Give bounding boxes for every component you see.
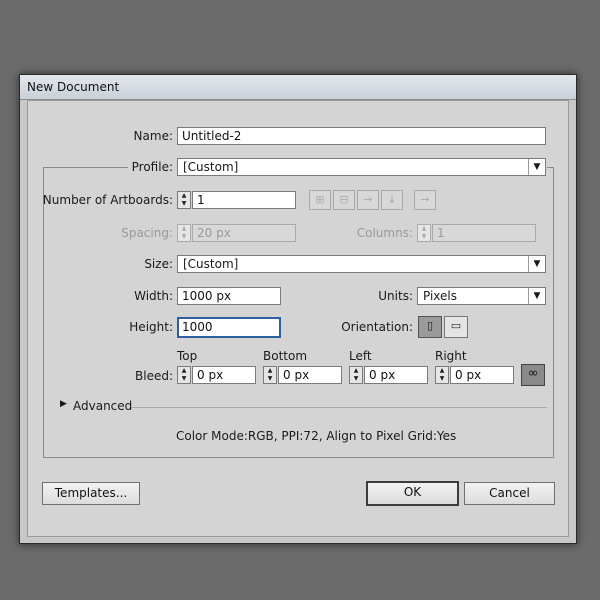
templates-button[interactable]: Templates...	[42, 482, 140, 505]
bleed-top-spinner-icon[interactable]: ▲ ▼	[177, 366, 191, 384]
units-label: Units:	[378, 289, 413, 303]
bleed-bottom-input[interactable]: 0 px	[278, 366, 342, 384]
bleed-left-label: Left	[349, 349, 372, 363]
bleed-left-input[interactable]: 0 px	[364, 366, 428, 384]
bleed-right-label: Right	[435, 349, 467, 363]
chevron-down-icon: ▼	[528, 159, 545, 175]
spacing-input[interactable]: 20 px	[192, 224, 296, 242]
artboards-spinner-icon[interactable]: ▲ ▼	[177, 191, 191, 209]
spacing-label: Spacing:	[121, 226, 173, 240]
orientation-label: Orientation:	[341, 320, 413, 334]
disclosure-triangle-icon[interactable]: ▶	[60, 399, 67, 409]
height-label: Height:	[129, 320, 173, 334]
bleed-left-spinner-icon[interactable]: ▲ ▼	[349, 366, 363, 384]
profile-frame-bottom	[43, 457, 554, 458]
profile-select[interactable]: [Custom] ▼	[177, 158, 546, 176]
bleed-top-input[interactable]: 0 px	[192, 366, 256, 384]
landscape-icon[interactable]: ▭	[444, 316, 468, 338]
ok-button[interactable]: OK	[366, 481, 459, 506]
name-label: Name:	[133, 129, 173, 143]
bleed-label: Bleed:	[135, 369, 173, 383]
size-value: [Custom]	[183, 257, 239, 271]
profile-frame-left	[43, 167, 44, 457]
right-to-left-icon[interactable]: →	[414, 190, 436, 210]
arrange-by-column-icon[interactable]: ↓	[381, 190, 403, 210]
units-select[interactable]: Pixels ▼	[417, 287, 546, 305]
bleed-bottom-label: Bottom	[263, 349, 308, 363]
spacing-spinner-icon[interactable]: ▲ ▼	[177, 224, 191, 242]
dialog-title: New Document	[27, 80, 120, 94]
dialog-body: Name: Untitled-2 Profile: [Custom] ▼ Num…	[27, 100, 569, 537]
new-document-dialog: New Document Name: Untitled-2 Profile: […	[19, 74, 577, 544]
cancel-button[interactable]: Cancel	[464, 482, 555, 505]
width-input[interactable]: 1000 px	[177, 287, 281, 305]
bleed-top-label: Top	[177, 349, 198, 363]
chevron-down-icon: ▼	[528, 256, 545, 272]
advanced-divider	[131, 407, 547, 408]
grid-by-row-icon[interactable]: ⊞	[309, 190, 331, 210]
chevron-down-icon: ▼	[528, 288, 545, 304]
bleed-right-input[interactable]: 0 px	[450, 366, 514, 384]
profile-value: [Custom]	[183, 160, 239, 174]
link-icon[interactable]: ∞	[521, 364, 545, 386]
columns-spinner-icon[interactable]: ▲ ▼	[417, 224, 431, 242]
width-label: Width:	[134, 289, 173, 303]
columns-input[interactable]: 1	[432, 224, 536, 242]
document-summary: Color Mode:RGB, PPI:72, Align to Pixel G…	[176, 429, 457, 443]
profile-label: Profile:	[131, 160, 173, 174]
title-bar[interactable]: New Document	[20, 75, 576, 100]
bleed-bottom-spinner-icon[interactable]: ▲ ▼	[263, 366, 277, 384]
units-value: Pixels	[423, 289, 458, 303]
profile-frame-right	[553, 167, 554, 457]
size-label: Size:	[144, 257, 173, 271]
bleed-right-spinner-icon[interactable]: ▲ ▼	[435, 366, 449, 384]
columns-label: Columns:	[356, 226, 413, 240]
arrange-by-row-icon[interactable]: →	[357, 190, 379, 210]
height-input[interactable]: 1000	[177, 317, 281, 338]
grid-by-column-icon[interactable]: ⊟	[333, 190, 355, 210]
portrait-icon[interactable]: ▯	[418, 316, 442, 338]
artboards-input[interactable]: 1	[192, 191, 296, 209]
name-input[interactable]: Untitled-2	[177, 127, 546, 145]
size-select[interactable]: [Custom] ▼	[177, 255, 546, 273]
advanced-toggle[interactable]: Advanced	[73, 399, 132, 413]
artboards-label: Number of Artboards:	[42, 193, 173, 207]
